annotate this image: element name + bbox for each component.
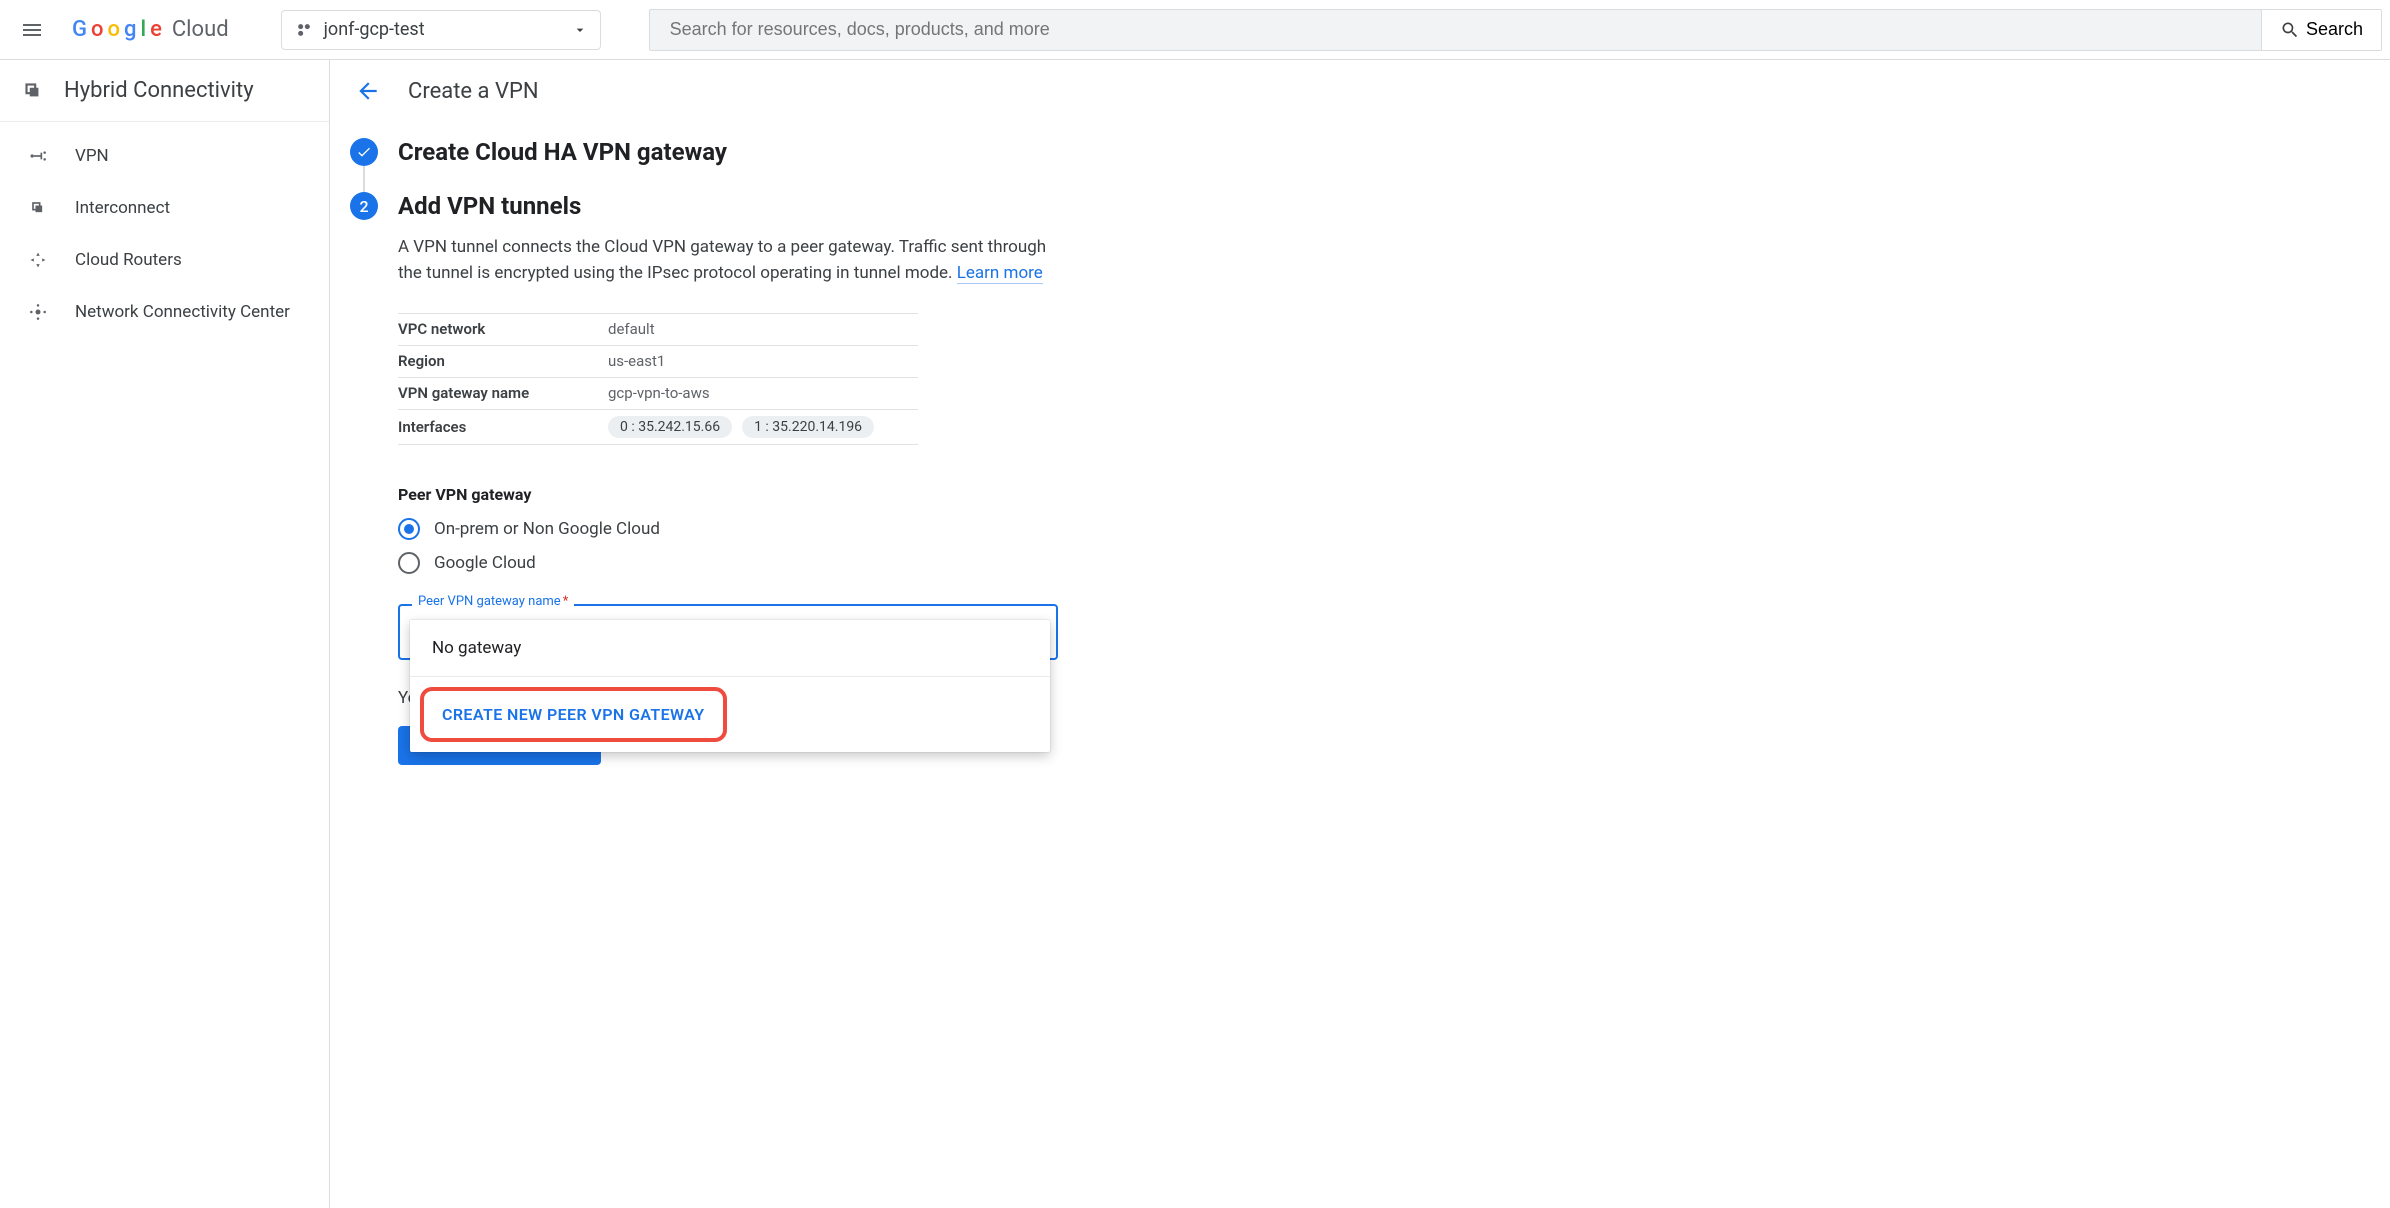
- hamburger-menu-button[interactable]: [8, 6, 56, 54]
- summary-key: Region: [398, 352, 608, 370]
- step-2-body: A VPN tunnel connects the Cloud VPN gate…: [398, 234, 1410, 765]
- radio-google-cloud-label: Google Cloud: [434, 553, 536, 573]
- logo-cloud-text: Cloud: [172, 17, 229, 42]
- radio-onprem-label: On-prem or Non Google Cloud: [434, 519, 660, 539]
- dropdown-option-no-gateway[interactable]: No gateway: [410, 620, 1050, 676]
- arrow-back-icon: [355, 78, 381, 104]
- peer-gateway-dropdown: No gateway CREATE NEW PEER VPN GATEWAY: [410, 620, 1050, 752]
- sidebar-item-ncc[interactable]: Network Connectivity Center: [0, 286, 329, 338]
- step-1-badge: [350, 138, 378, 166]
- project-picker[interactable]: jonf-gcp-test: [281, 10, 601, 50]
- step-2-title: Add VPN tunnels: [398, 192, 581, 220]
- summary-row-vpc: VPC network default: [398, 313, 918, 345]
- page-title: Create a VPN: [408, 79, 539, 104]
- peer-vpn-gateway-label: Peer VPN gateway: [398, 485, 1410, 504]
- summary-value-interfaces: 0 : 35.242.15.66 1 : 35.220.14.196: [608, 416, 874, 438]
- vpn-icon: [27, 145, 49, 167]
- interconnect-icon: [27, 197, 49, 219]
- sidebar-item-label: VPN: [75, 146, 109, 166]
- radio-icon: [398, 518, 420, 540]
- section-title: Hybrid Connectivity: [64, 78, 254, 103]
- peer-gateway-name-label: Peer VPN gateway name*: [412, 594, 574, 609]
- step-2-badge: 2: [350, 192, 378, 220]
- topbar: Google Cloud jonf-gcp-test Search: [0, 0, 2390, 60]
- check-icon: [356, 144, 372, 160]
- step-2-description: A VPN tunnel connects the Cloud VPN gate…: [398, 234, 1058, 287]
- gateway-summary-table: VPC network default Region us-east1 VPN …: [398, 313, 918, 445]
- search-button-label: Search: [2306, 19, 2363, 40]
- required-asterisk: *: [563, 594, 569, 609]
- cloud-routers-icon: [27, 249, 49, 271]
- hybrid-connectivity-icon: [20, 78, 46, 104]
- summary-value: us-east1: [608, 352, 665, 370]
- project-name: jonf-gcp-test: [324, 19, 562, 40]
- google-cloud-logo[interactable]: Google Cloud: [72, 17, 229, 42]
- sidebar-item-label: Interconnect: [75, 198, 170, 218]
- radio-icon: [398, 552, 420, 574]
- ncc-icon: [27, 301, 49, 323]
- interface-chip-1: 1 : 35.220.14.196: [742, 416, 874, 438]
- search-input[interactable]: [649, 9, 2262, 51]
- stepper: Create Cloud HA VPN gateway 2 Add VPN tu…: [350, 138, 1410, 765]
- step-2-description-text: A VPN tunnel connects the Cloud VPN gate…: [398, 237, 1046, 283]
- summary-key: VPN gateway name: [398, 384, 608, 402]
- search-button[interactable]: Search: [2262, 9, 2382, 51]
- section-title-row: Hybrid Connectivity: [0, 60, 329, 122]
- project-icon: [294, 20, 314, 40]
- interface-chip-0: 0 : 35.242.15.66: [608, 416, 732, 438]
- page-header: Create a VPN: [330, 60, 2390, 122]
- dropdown-divider: [410, 676, 1050, 677]
- search-wrap: Search: [649, 9, 2382, 51]
- back-button[interactable]: [350, 73, 386, 109]
- radio-onprem[interactable]: On-prem or Non Google Cloud: [398, 518, 1410, 540]
- sidebar-item-label: Cloud Routers: [75, 250, 182, 270]
- search-icon: [2280, 20, 2300, 40]
- left-nav: Hybrid Connectivity VPN Interconnect Clo…: [0, 60, 330, 1208]
- step-connector: [363, 166, 365, 192]
- summary-key: VPC network: [398, 320, 608, 338]
- sidebar-item-cloud-routers[interactable]: Cloud Routers: [0, 234, 329, 286]
- menu-icon: [20, 18, 44, 42]
- summary-value: gcp-vpn-to-aws: [608, 384, 710, 402]
- summary-row-gateway-name: VPN gateway name gcp-vpn-to-aws: [398, 377, 918, 409]
- step-2: 2 Add VPN tunnels: [350, 192, 1410, 220]
- body: Hybrid Connectivity VPN Interconnect Clo…: [0, 60, 2390, 1208]
- summary-value: default: [608, 320, 655, 338]
- sidebar-item-interconnect[interactable]: Interconnect: [0, 182, 329, 234]
- summary-row-region: Region us-east1: [398, 345, 918, 377]
- chevron-down-icon: [572, 22, 588, 38]
- nav-list: VPN Interconnect Cloud Routers Network C…: [0, 122, 329, 338]
- sidebar-item-vpn[interactable]: VPN: [0, 130, 329, 182]
- create-new-peer-vpn-gateway-button[interactable]: CREATE NEW PEER VPN GATEWAY: [420, 687, 727, 742]
- main: Create a VPN Create Cloud HA VPN gateway…: [330, 60, 2390, 1208]
- step-1-title: Create Cloud HA VPN gateway: [398, 138, 727, 166]
- step-1: Create Cloud HA VPN gateway: [350, 138, 1410, 166]
- summary-row-interfaces: Interfaces 0 : 35.242.15.66 1 : 35.220.1…: [398, 409, 918, 445]
- content: Create Cloud HA VPN gateway 2 Add VPN tu…: [330, 122, 1430, 805]
- sidebar-item-label: Network Connectivity Center: [75, 302, 290, 322]
- radio-google-cloud[interactable]: Google Cloud: [398, 552, 1410, 574]
- summary-key: Interfaces: [398, 418, 608, 436]
- learn-more-link[interactable]: Learn more: [957, 263, 1043, 284]
- peer-vpn-gateway-name-field[interactable]: Peer VPN gateway name* No gateway CREATE…: [398, 604, 1058, 660]
